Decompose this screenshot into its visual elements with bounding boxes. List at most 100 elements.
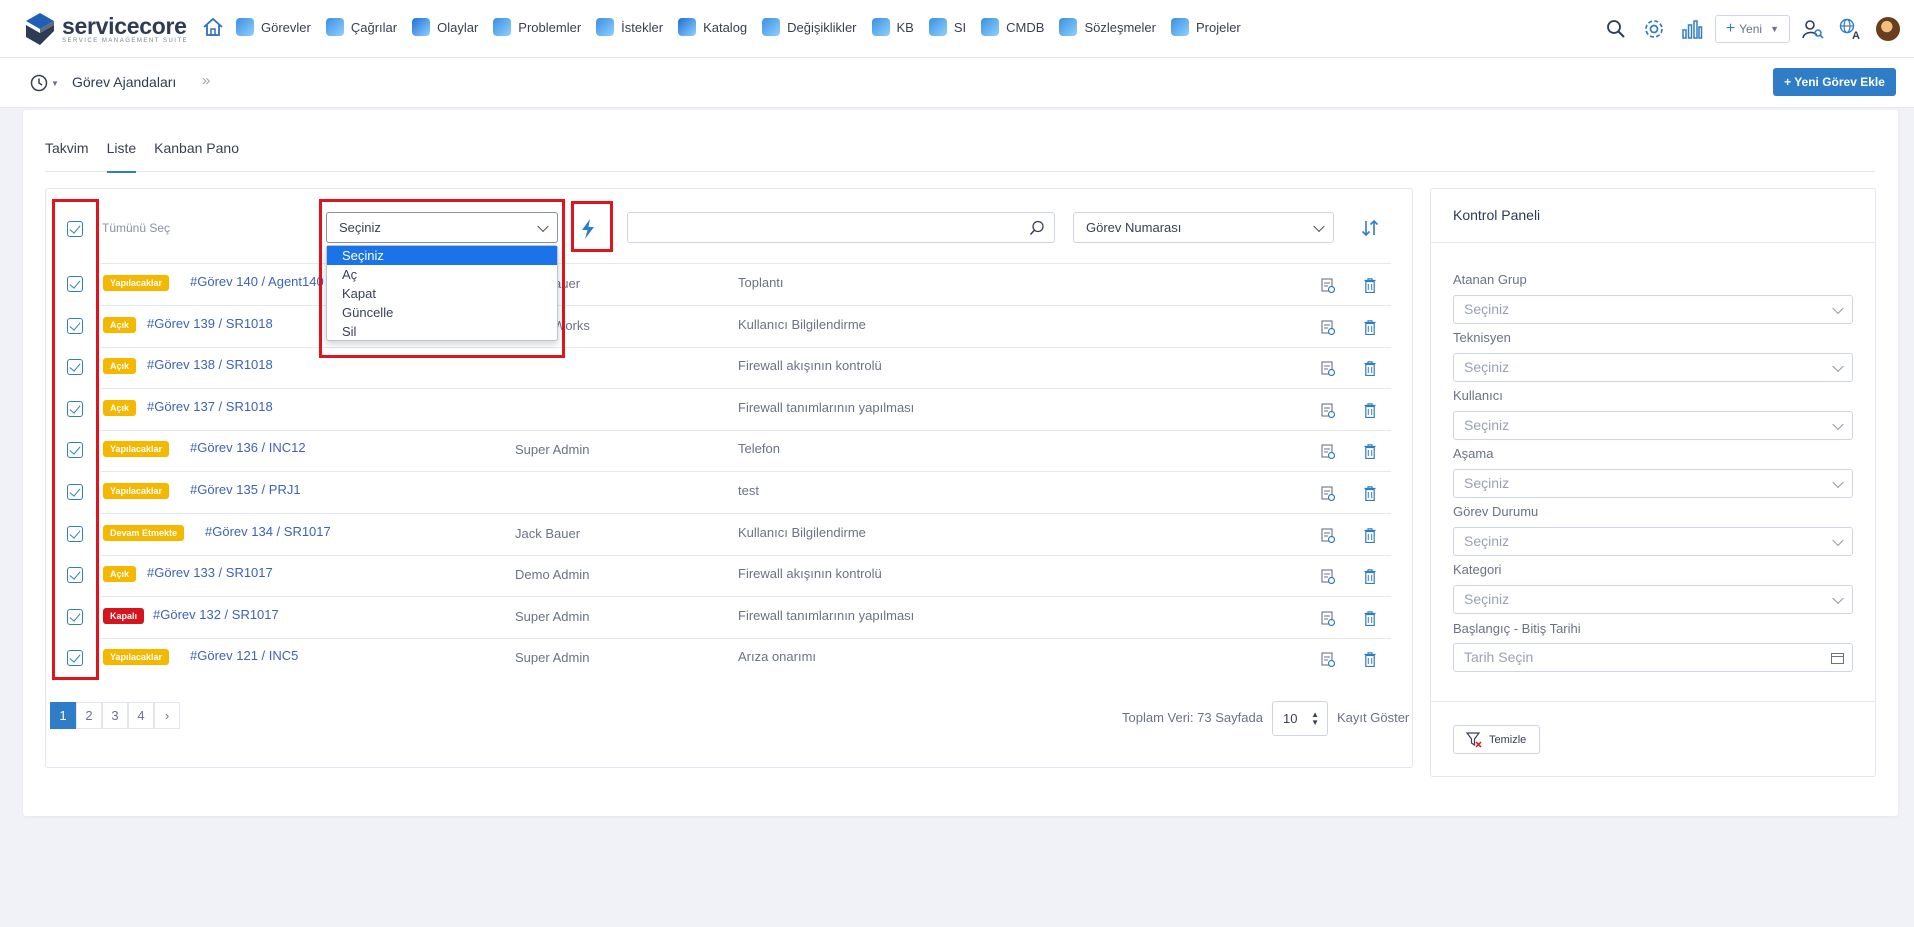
search-icon[interactable]	[1029, 220, 1045, 236]
sort-field-select[interactable]: Görev Numarası	[1073, 212, 1334, 243]
pagination-page-3[interactable]: 3	[102, 702, 128, 729]
task-link[interactable]: #Görev 139 / SR1018	[147, 316, 273, 331]
nav-item-cmdb[interactable]: CMDB	[981, 18, 1044, 36]
date-range-label: Başlangıç - Bitiş Tarihi	[1453, 621, 1581, 636]
edit-task-icon[interactable]	[1321, 528, 1336, 544]
nav-item-catalog[interactable]: Katalog	[678, 18, 747, 36]
pagination-page-4[interactable]: 4	[128, 702, 154, 729]
option-ac[interactable]: Aç	[327, 265, 557, 284]
new-dropdown-button[interactable]: + Yeni ▼	[1714, 15, 1790, 43]
plus-icon: +	[1725, 20, 1736, 37]
task-link[interactable]: #Görev 134 / SR1017	[205, 524, 331, 539]
option-seciniz[interactable]: Seçiniz	[327, 246, 557, 265]
add-task-button[interactable]: + Yeni Görev Ekle	[1773, 68, 1896, 96]
history-dropdown[interactable]: ▼	[30, 74, 59, 92]
delete-trash-icon[interactable]	[1364, 320, 1376, 336]
filter-select-kategori[interactable]: Seçiniz	[1453, 585, 1853, 614]
delete-trash-icon[interactable]	[1364, 652, 1376, 668]
row-divider	[101, 430, 1391, 431]
tab-calendar[interactable]: Takvim	[45, 140, 89, 172]
settings-gear-icon[interactable]	[1639, 14, 1669, 44]
status-badge: Kapalı	[103, 608, 145, 624]
checkbox-column-highlight	[52, 199, 99, 680]
filter-select-atanan-grup[interactable]: Seçiniz	[1453, 295, 1853, 324]
task-link[interactable]: #Görev 133 / SR1017	[147, 565, 273, 580]
filter-label: Teknisyen	[1453, 330, 1511, 345]
task-title: Firewall tanımlarının yapılması	[738, 400, 915, 415]
delete-trash-icon[interactable]	[1364, 403, 1376, 419]
edit-task-icon[interactable]	[1321, 569, 1336, 585]
filter-select-kullanıcı[interactable]: Seçiniz	[1453, 411, 1853, 440]
nav-item-kb[interactable]: KB	[871, 18, 914, 36]
edit-task-icon[interactable]	[1321, 361, 1336, 377]
per-page-suffix: Kayıt Göster	[1337, 710, 1410, 725]
edit-task-icon[interactable]	[1321, 611, 1336, 627]
pagination-page-2[interactable]: 2	[76, 702, 102, 729]
bolt-button-highlight	[571, 201, 613, 252]
user-avatar[interactable]	[1876, 17, 1900, 41]
incidents-icon	[412, 18, 431, 36]
edit-task-icon[interactable]	[1321, 486, 1336, 502]
reports-chart-icon[interactable]	[1677, 14, 1707, 44]
edit-task-icon[interactable]	[1321, 278, 1336, 294]
task-link[interactable]: #Görev 138 / SR1018	[147, 357, 273, 372]
clock-history-icon	[30, 74, 48, 92]
row-divider	[101, 638, 1391, 639]
option-kapat[interactable]: Kapat	[327, 284, 557, 303]
delete-trash-icon[interactable]	[1364, 611, 1376, 627]
task-link[interactable]: #Görev 121 / INC5	[190, 648, 298, 663]
edit-task-icon[interactable]	[1321, 403, 1336, 419]
task-link[interactable]: #Görev 136 / INC12	[190, 440, 306, 455]
status-badge: Açık	[103, 566, 137, 582]
search-icon[interactable]	[1601, 14, 1631, 44]
filter-select-aşama[interactable]: Seçiniz	[1453, 469, 1853, 498]
edit-task-icon[interactable]	[1321, 652, 1336, 668]
control-panel-divider	[1431, 242, 1875, 243]
task-link[interactable]: #Görev 135 / PRJ1	[190, 482, 301, 497]
delete-trash-icon[interactable]	[1364, 278, 1376, 294]
option-guncelle[interactable]: Güncelle	[327, 303, 557, 322]
delete-trash-icon[interactable]	[1364, 486, 1376, 502]
date-range-input[interactable]: Tarih Seçin	[1453, 643, 1853, 672]
nav-item-changes[interactable]: Değişiklikler	[762, 18, 857, 36]
edit-task-icon[interactable]	[1321, 320, 1336, 336]
changes-icon	[762, 18, 781, 36]
tab-kanban[interactable]: Kanban Pano	[154, 140, 239, 172]
nav-item-requests[interactable]: İstekler	[596, 18, 663, 36]
task-link[interactable]: #Görev 140 / Agent140	[190, 274, 324, 289]
app-logo[interactable]: servicecore SERVICE MANAGEMENT SUITE	[22, 11, 188, 47]
nav-item-incidents[interactable]: Olaylar	[412, 18, 478, 36]
nav-item-label: KB	[896, 19, 914, 35]
task-link[interactable]: #Görev 132 / SR1017	[153, 607, 279, 622]
page-header-bar: ▼ Görev Ajandaları » + Yeni Görev Ekle	[0, 58, 1914, 108]
nav-item-tasks[interactable]: Görevler	[236, 18, 311, 36]
edit-task-icon[interactable]	[1321, 444, 1336, 460]
language-icon[interactable]: A	[1836, 14, 1866, 44]
status-badge: Yapılacaklar	[103, 649, 170, 665]
nav-item-si[interactable]: SI	[928, 18, 966, 36]
pagination-page-1[interactable]: 1	[50, 702, 76, 729]
delete-trash-icon[interactable]	[1364, 444, 1376, 460]
per-page-select[interactable]: 10 ▲ ▼	[1272, 701, 1328, 736]
pagination-next-button[interactable]: ›	[154, 702, 180, 729]
sort-direction-button[interactable]	[1360, 218, 1380, 241]
status-badge: Açık	[103, 400, 137, 416]
clear-filters-button[interactable]: Temizle	[1453, 725, 1540, 754]
search-input[interactable]	[627, 212, 1055, 243]
nav-home[interactable]	[202, 17, 224, 37]
user-search-icon[interactable]	[1798, 14, 1828, 44]
nav-item-contracts[interactable]: Sözleşmeler	[1059, 18, 1156, 36]
filter-select-görev-durumu[interactable]: Seçiniz	[1453, 527, 1853, 556]
tab-list[interactable]: Liste	[106, 140, 136, 173]
filter-select-teknisyen[interactable]: Seçiniz	[1453, 353, 1853, 382]
nav-item-projects[interactable]: Projeler	[1170, 18, 1241, 36]
nav-item-label: Değişiklikler	[787, 19, 857, 35]
delete-trash-icon[interactable]	[1364, 569, 1376, 585]
task-link[interactable]: #Görev 137 / SR1018	[147, 399, 273, 414]
nav-item-problems[interactable]: Problemler	[493, 18, 581, 36]
nav-item-calls[interactable]: Çağrılar	[325, 18, 397, 36]
delete-trash-icon[interactable]	[1364, 528, 1376, 544]
option-sil[interactable]: Sil	[327, 322, 557, 341]
delete-trash-icon[interactable]	[1364, 361, 1376, 377]
new-label: Yeni	[1739, 22, 1763, 36]
